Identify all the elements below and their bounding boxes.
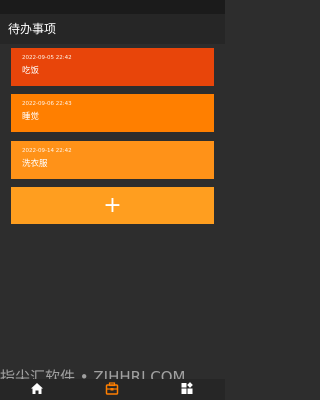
todo-card-3[interactable]: 2022-09-14 22:42 洗衣服 <box>11 141 214 179</box>
bottom-tab-bar <box>0 379 225 400</box>
todo-date: 2022-09-06 22:43 <box>22 101 72 107</box>
add-todo-button[interactable]: + <box>11 187 214 224</box>
todo-title: 吃饭 <box>22 66 40 76</box>
todo-box-icon <box>105 382 119 395</box>
plus-icon: + <box>103 193 122 218</box>
todo-date: 2022-09-14 22:42 <box>22 148 72 154</box>
todo-title: 洗衣服 <box>22 159 48 169</box>
todo-card-1[interactable]: 2022-09-05 22:42 吃饭 <box>11 48 214 86</box>
tab-home[interactable] <box>0 379 75 400</box>
app-bar: 待办事项 <box>0 14 225 44</box>
tab-todo[interactable] <box>75 379 150 400</box>
tab-widgets[interactable] <box>150 379 225 400</box>
status-bar <box>0 0 225 14</box>
widgets-icon <box>181 382 193 394</box>
home-icon <box>31 383 43 394</box>
todo-card-2[interactable]: 2022-09-06 22:43 睡觉 <box>11 94 214 132</box>
todo-date: 2022-09-05 22:42 <box>22 55 72 61</box>
todo-title: 睡觉 <box>22 112 40 122</box>
page-title: 待办事项 <box>8 22 57 36</box>
todo-screen: 待办事项 2022-09-05 22:42 吃饭 2022-09-06 22:4… <box>0 0 225 400</box>
